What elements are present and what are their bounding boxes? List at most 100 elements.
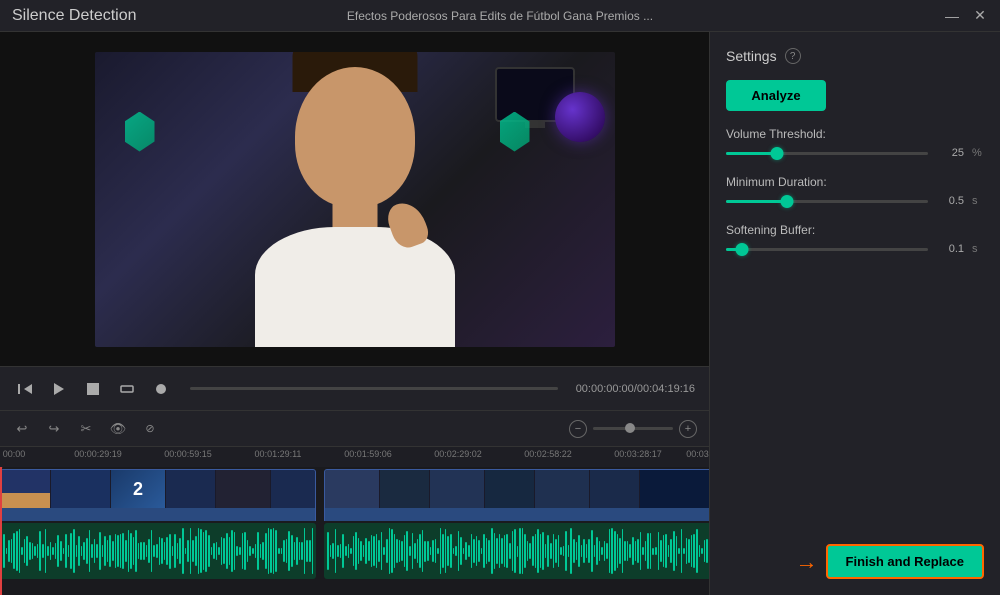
wave-bar <box>128 530 130 572</box>
finish-area: → Finish and Replace <box>726 544 984 579</box>
wave-bar <box>218 547 220 555</box>
wave-bar <box>360 541 362 561</box>
wave-bar <box>309 540 311 563</box>
minimize-button[interactable]: — <box>944 8 960 24</box>
thumb-6 <box>271 470 315 508</box>
left-panel: 00:00:00:00/00:04:19:16 ↩ ↪ ✂ 👁 ⊘ <box>0 32 710 595</box>
wave-bar <box>213 543 215 560</box>
wave-bar <box>138 543 140 560</box>
wave-bar <box>96 544 98 558</box>
wave-bar <box>622 529 624 573</box>
wave-bar <box>547 535 549 566</box>
wave-bar <box>668 545 670 557</box>
wave-bar <box>517 546 519 557</box>
wave-bar <box>153 545 155 557</box>
redo-button[interactable]: ↪ <box>44 419 64 439</box>
record-button[interactable] <box>150 378 172 400</box>
wave-bar <box>177 543 179 558</box>
volume-threshold-unit: % <box>972 147 984 159</box>
video-segment-2[interactable] <box>324 469 709 525</box>
wave-bar <box>306 540 308 561</box>
wave-bar <box>555 539 557 562</box>
wave-bar <box>345 546 347 557</box>
step-back-button[interactable] <box>14 378 36 400</box>
wave-bar <box>34 546 36 557</box>
wave-bar <box>481 548 483 555</box>
loop-button[interactable] <box>116 378 138 400</box>
play-button[interactable] <box>48 378 70 400</box>
close-button[interactable]: ✕ <box>972 7 988 24</box>
finish-and-replace-button[interactable]: Finish and Replace <box>826 544 984 579</box>
wave-bar <box>169 534 171 569</box>
wave-bar <box>365 538 367 563</box>
wave-bar <box>601 547 603 554</box>
ruler-time-0: 00:00 <box>3 449 26 459</box>
minimum-duration-thumb[interactable] <box>780 195 793 208</box>
wave-bar <box>535 534 537 569</box>
wave-bar <box>371 535 373 567</box>
undo-button[interactable]: ↩ <box>12 419 32 439</box>
wave-bar <box>166 537 168 564</box>
wave-bar <box>8 540 10 563</box>
thumb-3: 2 <box>111 470 166 508</box>
wave-bar <box>696 529 698 573</box>
analyze-button[interactable]: Analyze <box>726 80 826 111</box>
wave-bar <box>301 542 303 560</box>
playhead[interactable] <box>0 467 2 595</box>
wave-bar <box>553 534 555 568</box>
softening-buffer-thumb[interactable] <box>736 243 749 256</box>
wave-bar <box>231 530 233 572</box>
wave-bar <box>273 528 275 573</box>
progress-bar[interactable] <box>190 387 558 390</box>
wave-bar <box>532 536 534 567</box>
wave-bar <box>596 537 598 565</box>
window-controls: — ✕ <box>944 7 988 24</box>
wave-bar <box>435 539 437 562</box>
zoom-in-button[interactable]: + <box>679 420 697 438</box>
volume-threshold-fill <box>726 152 777 155</box>
wave-bar <box>486 538 488 565</box>
timeline-gap <box>316 467 324 519</box>
ruler-time-3: 00:01:29:11 <box>255 449 302 459</box>
cut-button[interactable]: ✂ <box>76 419 96 439</box>
wave-bar <box>430 547 432 554</box>
wave-bar <box>39 531 41 570</box>
wave-bar <box>588 539 590 563</box>
wave-bar <box>568 545 570 556</box>
wave-bar <box>355 532 357 571</box>
wave-bar <box>706 539 708 563</box>
audio-segment-1[interactable] <box>0 523 316 579</box>
waveform-1 <box>0 523 316 579</box>
eye-button[interactable]: 👁 <box>108 419 128 439</box>
wave-bar <box>494 533 496 569</box>
video-segment-1[interactable]: 2 <box>0 469 316 525</box>
wave-bar <box>399 540 401 562</box>
zoom-out-button[interactable]: − <box>569 420 587 438</box>
help-icon[interactable]: ? <box>785 48 801 64</box>
wave-bar <box>200 529 202 573</box>
wave-bar <box>242 533 244 569</box>
minimum-duration-track[interactable] <box>726 200 928 203</box>
wave-bar <box>499 534 501 569</box>
video-preview[interactable] <box>0 32 709 366</box>
wave-bar <box>437 548 439 553</box>
volume-threshold-track[interactable] <box>726 152 928 155</box>
softening-buffer-track[interactable] <box>726 248 928 251</box>
wave-bar <box>386 539 388 563</box>
wave-bar <box>19 529 21 572</box>
wave-bar <box>560 547 562 555</box>
zoom-slider[interactable] <box>593 427 673 430</box>
wave-bar <box>221 537 223 565</box>
audio-segment-2[interactable] <box>324 523 709 579</box>
wave-bar <box>330 545 332 557</box>
wave-bar <box>257 532 259 569</box>
wave-bar <box>645 541 647 560</box>
wave-bar <box>617 534 619 568</box>
volume-threshold-value: 25 <box>936 147 964 159</box>
wave-bar <box>286 539 288 562</box>
stop-button[interactable] <box>82 378 104 400</box>
wave-bar <box>419 534 421 568</box>
volume-threshold-thumb[interactable] <box>770 147 783 160</box>
mute-button[interactable]: ⊘ <box>140 419 160 439</box>
wave-bar <box>50 542 52 560</box>
